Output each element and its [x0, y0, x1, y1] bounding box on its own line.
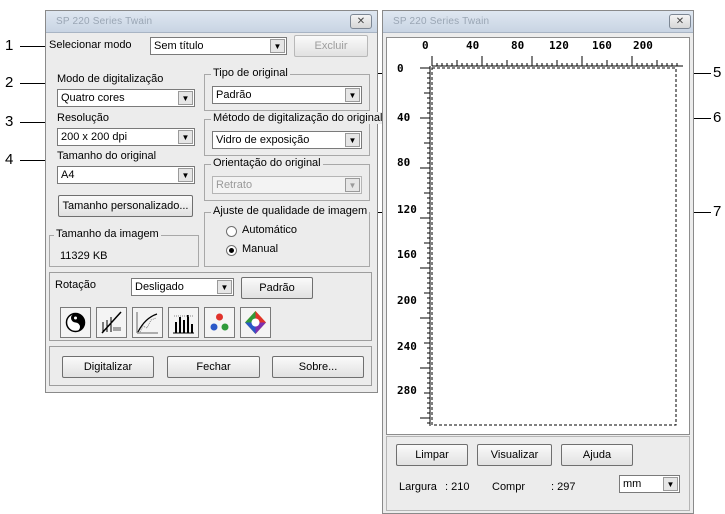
select-mode-value: Sem título	[154, 40, 204, 52]
rotation-panel: Rotação Desligado ▼ Padrão	[49, 272, 372, 341]
close-button[interactable]: Fechar	[167, 356, 260, 378]
length-value: : 297	[551, 481, 576, 493]
original-size-label: Tamanho do original	[57, 150, 157, 162]
callout-4: 4	[5, 151, 14, 168]
preview-window: SP 220 Series Twain ✕ 0 40 80 120 160 20…	[382, 10, 694, 514]
callout-1-line	[20, 46, 48, 47]
quality-adjust-group: Ajuste de qualidade de imagem Automático…	[204, 205, 370, 267]
resolution-combo[interactable]: 200 x 200 dpi ▼	[57, 128, 195, 146]
length-label: Compr	[492, 481, 526, 493]
orientation-group: Orientação do original Retrato ▼	[204, 157, 370, 201]
close-preview-button[interactable]: ✕	[669, 14, 691, 29]
histogram-icon[interactable]	[168, 307, 199, 338]
image-size-value: 11329 KB	[60, 250, 108, 262]
ruler-ticks	[420, 56, 683, 426]
original-type-combo[interactable]: Padrão ▼	[212, 86, 362, 104]
orientation-combo[interactable]: Retrato ▼	[212, 176, 362, 194]
scan-mode-value: Quatro cores	[61, 92, 125, 104]
select-mode-label: Selecionar modo	[49, 39, 132, 51]
orientation-label: Orientação do original	[211, 157, 323, 169]
manual-radio-label: Manual	[242, 243, 279, 255]
preview-controls-panel: Limpar Visualizar Ajuda Largura : 210 Co…	[386, 436, 690, 511]
unit-value: mm	[623, 478, 642, 490]
scan-method-group: Método de digitalização do original Vidr…	[204, 112, 385, 156]
scanner-settings-window: SP 220 Series Twain ✕ Selecionar modo Se…	[45, 10, 385, 393]
original-type-group: Tipo de original Padrão ▼	[204, 67, 370, 111]
chevron-down-icon: ▼	[178, 168, 193, 182]
width-label: Largura	[399, 481, 437, 493]
original-size-value: A4	[61, 169, 75, 181]
close-window-button[interactable]: ✕	[350, 14, 372, 29]
rotation-combo[interactable]: Desligado ▼	[131, 278, 234, 296]
chevron-down-icon: ▼	[270, 39, 285, 53]
chevron-down-icon: ▼	[178, 130, 193, 144]
callout-2: 2	[5, 74, 14, 91]
preview-area[interactable]: 0 40 80 120 160 200 0 40 80 120 160 200 …	[386, 37, 690, 435]
chevron-down-icon: ▼	[663, 477, 678, 491]
preview-button[interactable]: Visualizar	[477, 444, 552, 466]
hue-saturation-icon[interactable]	[240, 307, 271, 338]
orientation-value: Retrato	[216, 179, 253, 191]
width-value: : 210	[445, 481, 470, 493]
clear-button[interactable]: Limpar	[396, 444, 468, 466]
unit-combo[interactable]: mm ▼	[619, 475, 680, 493]
window-title: SP 220 Series Twain	[56, 16, 153, 27]
callout-6: 6	[713, 109, 722, 126]
delete-button[interactable]: Excluir	[294, 35, 368, 57]
original-size-combo[interactable]: A4 ▼	[57, 166, 195, 184]
default-button[interactable]: Padrão	[241, 277, 313, 299]
original-type-value: Padrão	[216, 89, 252, 101]
original-type-label: Tipo de original	[211, 67, 290, 79]
chevron-down-icon: ▼	[178, 91, 193, 105]
chevron-down-icon: ▼	[217, 280, 232, 294]
select-mode-combo[interactable]: Sem título ▼	[150, 37, 287, 55]
about-button[interactable]: Sobre...	[272, 356, 364, 378]
chevron-down-icon: ▼	[345, 133, 360, 147]
scan-mode-label: Modo de digitalização	[57, 73, 164, 85]
scan-area-frame	[431, 67, 677, 426]
help-button[interactable]: Ajuda	[561, 444, 633, 466]
quality-adjust-label: Ajuste de qualidade de imagem	[211, 205, 370, 217]
scan-method-combo[interactable]: Vidro de exposição ▼	[212, 131, 362, 149]
scan-mode-combo[interactable]: Quatro cores ▼	[57, 89, 195, 107]
scan-button[interactable]: Digitalizar	[62, 356, 154, 378]
manual-radio[interactable]	[226, 245, 237, 256]
title-bar: SP 220 Series Twain ✕	[46, 11, 377, 33]
resolution-value: 200 x 200 dpi	[61, 131, 128, 143]
callout-3: 3	[5, 113, 14, 130]
scan-method-label: Método de digitalização do original	[211, 112, 385, 124]
preview-title-bar: SP 220 Series Twain ✕	[383, 11, 693, 33]
action-panel: Digitalizar Fechar Sobre...	[49, 346, 372, 386]
auto-radio-label: Automático	[242, 224, 298, 236]
scan-method-value: Vidro de exposição	[216, 134, 310, 146]
rotation-label: Rotação	[55, 279, 96, 291]
threshold-icon[interactable]	[96, 307, 127, 338]
chevron-down-icon: ▼	[345, 88, 360, 102]
rotation-value: Desligado	[135, 281, 184, 293]
image-size-group: Tamanho da imagem 11329 KB	[49, 228, 199, 267]
chevron-down-icon: ▼	[345, 178, 360, 192]
brightness-contrast-icon[interactable]	[60, 307, 91, 338]
color-balance-icon[interactable]	[204, 307, 235, 338]
callout-5: 5	[713, 64, 722, 81]
auto-radio[interactable]	[226, 226, 237, 237]
tone-curve-icon[interactable]	[132, 307, 163, 338]
preview-window-title: SP 220 Series Twain	[393, 16, 490, 27]
callout-7: 7	[713, 203, 722, 220]
resolution-label: Resolução	[57, 112, 109, 124]
image-size-label: Tamanho da imagem	[54, 228, 161, 240]
custom-size-button[interactable]: Tamanho personalizado...	[58, 195, 193, 217]
callout-1: 1	[5, 37, 14, 54]
